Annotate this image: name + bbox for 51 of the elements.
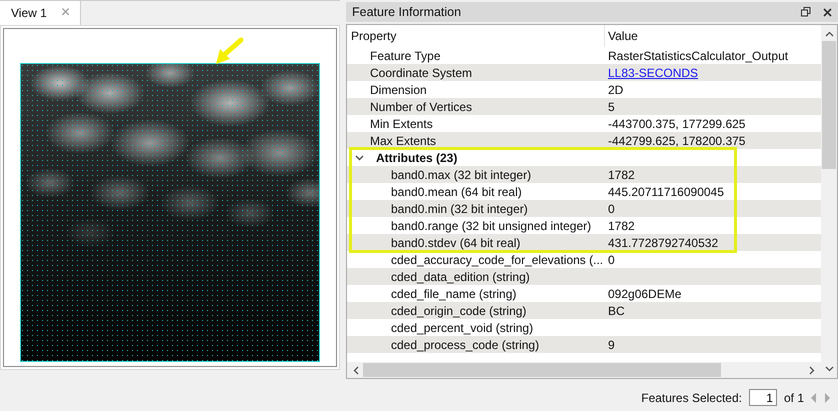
property-value: 5	[608, 100, 615, 114]
property-value: RasterStatisticsCalculator_Output	[608, 48, 788, 62]
property-value: 431.7728792740532	[608, 236, 718, 250]
close-icon[interactable]	[823, 8, 832, 16]
property-value: 0	[608, 202, 615, 216]
group-label: Attributes (23)	[376, 150, 458, 164]
property-value: 2D	[608, 82, 624, 96]
property-name: band0.stdev (64 bit real)	[391, 236, 520, 250]
property-name: band0.min (32 bit integer)	[391, 202, 528, 216]
property-name: cded_data_edition (string)	[391, 270, 530, 284]
property-name: Feature Type	[370, 48, 440, 62]
property-name: band0.range (32 bit unsigned integer)	[391, 218, 592, 232]
property-name: Max Extents	[370, 134, 436, 148]
property-value: 0	[608, 252, 615, 266]
coordinate-system-link[interactable]: LL83-SECONDS	[608, 66, 698, 80]
vertical-scrollbar[interactable]	[821, 25, 837, 378]
column-header[interactable]: Value	[605, 25, 821, 47]
arrow-icon	[214, 37, 244, 67]
scroll-up-icon[interactable]	[824, 31, 834, 37]
scroll-left-icon[interactable]	[353, 366, 359, 374]
float-window-icon[interactable]	[801, 7, 811, 17]
scroll-down-icon[interactable]	[824, 366, 834, 372]
property-value: 1782	[608, 218, 635, 232]
property-name: cded_process_code (string)	[391, 338, 540, 352]
property-value: -442799.625, 178200.375	[608, 134, 746, 148]
property-name: cded_file_name (string)	[391, 286, 516, 300]
scroll-right-icon[interactable]	[809, 366, 815, 374]
chevron-down-icon[interactable]	[355, 154, 364, 160]
view-tab[interactable]: View 1 ×	[0, 1, 82, 25]
feature-index-field[interactable]: 1	[748, 389, 777, 406]
property-name: Dimension	[370, 82, 427, 96]
property-name: cded_accuracy_code_for_elevations (...	[391, 252, 604, 266]
property-value: -443700.375, 177299.625	[608, 116, 746, 130]
features-selected-label: Features Selected:	[641, 390, 742, 404]
property-value: 445.20711716090045	[608, 184, 724, 198]
feature-total: of 1	[784, 390, 804, 404]
tab-label: View 1	[11, 6, 47, 20]
property-name: band0.mean (64 bit real)	[391, 184, 522, 198]
column-header[interactable]: Property	[347, 25, 605, 47]
property-value: 1782	[608, 168, 635, 182]
horizontal-scrollbar[interactable]	[347, 362, 821, 378]
property-name: Min Extents	[370, 116, 433, 130]
property-name: cded_origin_code (string)	[391, 304, 526, 318]
property-name: band0.max (32 bit integer)	[391, 168, 532, 182]
property-value: 092g06DEMe	[608, 286, 682, 300]
property-name: Coordinate System	[370, 66, 472, 80]
property-name: Number of Vertices	[370, 100, 472, 114]
property-value: 9	[608, 338, 615, 352]
property-name: cded_percent_void (string)	[391, 320, 534, 334]
panel-title: Feature Information	[352, 5, 462, 19]
property-value: BC	[608, 304, 625, 318]
